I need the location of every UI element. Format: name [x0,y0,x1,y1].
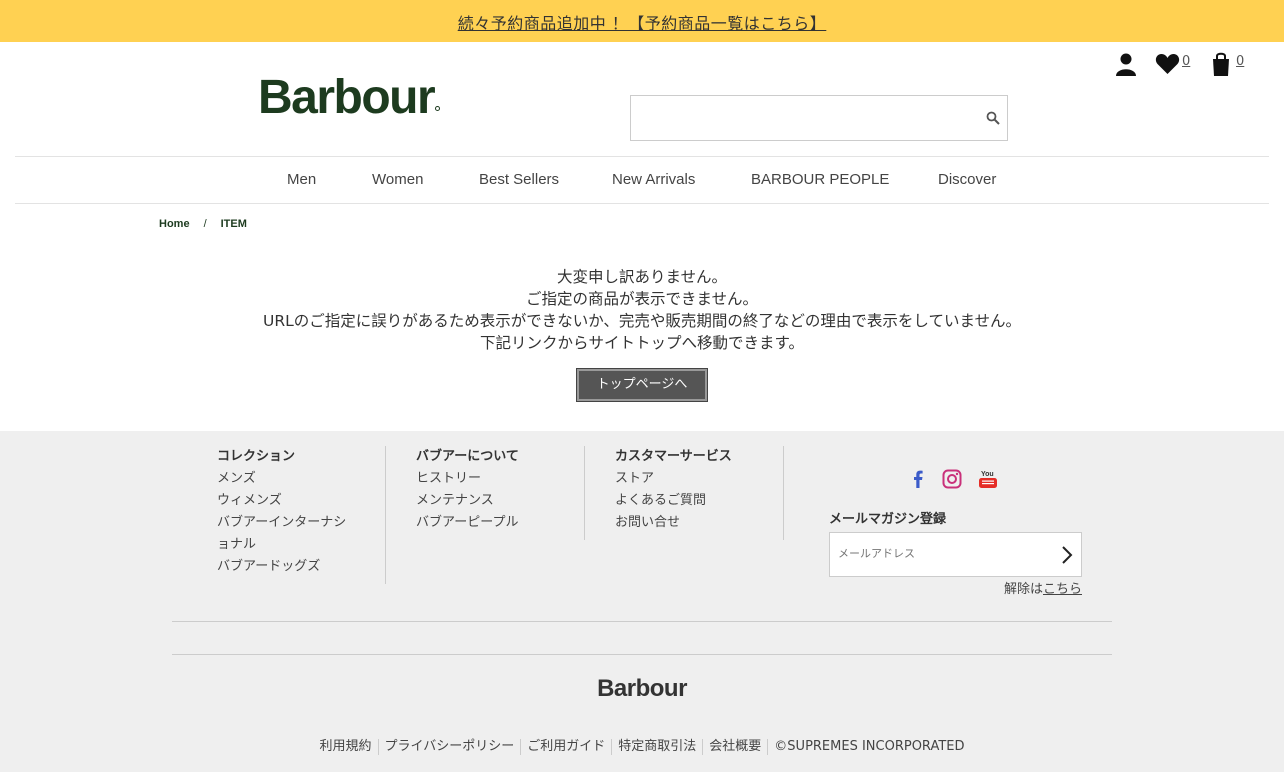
cart-bag-icon[interactable] [1212,51,1230,76]
message-line: ご指定の商品が表示できません。 [525,290,759,308]
footer-link-dogs[interactable]: バブアードッグズ [217,556,385,578]
breadcrumb: Home / ITEM [159,218,247,230]
footer-link-international[interactable]: バブアーインターナショナル [217,512,357,556]
site-footer: コレクション メンズ ウィメンズ バブアーインターナショナル バブアードッグズ … [0,431,1284,772]
footer-link-mens[interactable]: メンズ [217,468,385,490]
breadcrumb-separator: / [203,218,207,230]
footer-col-collection: コレクション メンズ ウィメンズ バブアーインターナショナル バブアードッグズ [217,446,386,584]
cart-count[interactable]: 0 [1236,54,1244,69]
legal-link-privacy[interactable]: プライバシーポリシー [377,739,521,755]
footer-link-womens[interactable]: ウィメンズ [217,490,385,512]
search-box[interactable] [630,95,1008,141]
wishlist-count[interactable]: 0 [1182,54,1190,69]
search-input[interactable] [639,108,969,128]
legal-link-guide[interactable]: ご利用ガイド [520,739,611,755]
copyright: ©SUPREMES INCORPORATED [767,739,970,755]
legal-link-terms[interactable]: 利用規約 [313,739,377,755]
youtube-icon[interactable]: You [977,468,999,490]
footer-link-history[interactable]: ヒストリー [416,468,584,490]
youtube-icon-label: You [981,471,994,478]
top-page-button[interactable]: トップページへ [576,368,708,402]
footer-col-title: コレクション [217,449,296,464]
newsletter-form [829,532,1082,577]
footer-col-title: バブアーについて [416,449,519,464]
nav-item-men[interactable]: Men [287,171,316,188]
footer-link-maintenance[interactable]: メンテナンス [416,490,584,512]
preorder-banner-link[interactable]: 続々予約商品追加中 ！【予約商品一覧はこちら】 [458,10,827,34]
logo-text: Barbour [258,71,436,124]
legal-links: 利用規約 プライバシーポリシー ご利用ガイド 特定商取引法 会社概要 ©SUPREMES … [0,739,1284,755]
nav-item-barbour-people[interactable]: BARBOUR PEOPLE [751,171,889,188]
nav-item-discover[interactable]: Discover [938,171,996,188]
announcement-banner: 続々予約商品追加中 ！【予約商品一覧はこちら】 [0,0,1284,42]
footer-col-about: バブアーについて ヒストリー メンテナンス バブアーピープル [416,446,585,540]
footer-col-customer-service: カスタマーサービス ストア よくあるご質問 お問い合せ [615,446,784,540]
main-nav: Men Women Best Sellers New Arrivals BARB… [15,156,1269,204]
message-line: URLのご指定に誤りがあるため表示ができないか、完売や販売期間の終了などの理由で… [262,312,1021,330]
breadcrumb-current: ITEM [220,218,247,230]
footer-logo[interactable]: Barbour [0,675,1284,703]
registered-mark [435,106,441,111]
nav-item-new-arrivals[interactable]: New Arrivals [612,171,695,188]
legal-link-company[interactable]: 会社概要 [702,739,767,755]
account-icon[interactable] [1114,52,1138,76]
message-line: 下記リンクからサイトトップへ移動できます。 [480,334,804,352]
footer-col-title: カスタマーサービス [615,449,732,464]
footer-link-store[interactable]: ストア [615,468,783,490]
message-line: 大変申し訳ありません。 [556,268,728,286]
newsletter-email-input[interactable] [838,547,1048,560]
legal-link-commerce-law[interactable]: 特定商取引法 [611,739,702,755]
nav-item-best-sellers[interactable]: Best Sellers [479,171,559,188]
barbour-logo[interactable]: Barbour [258,71,441,124]
unsubscribe-prefix: 解除は [1003,582,1043,597]
site-header: Barbour 0 0 [0,42,1284,156]
wishlist-heart-icon[interactable] [1155,53,1180,75]
nav-item-women[interactable]: Women [372,171,423,188]
breadcrumb-home[interactable]: Home [159,218,190,230]
unsubscribe-link[interactable]: こちら [1043,582,1082,597]
footer-divider [172,621,1112,622]
footer-link-faq[interactable]: よくあるご質問 [615,490,783,512]
not-found-message: 大変申し訳ありません。 ご指定の商品が表示できません。 URLのご指定に誤りがあ… [0,266,1284,354]
unsubscribe-text: 解除はこちら [1004,578,1082,597]
newsletter-submit-arrow-icon[interactable] [1061,545,1073,565]
facebook-icon[interactable] [907,468,929,490]
footer-divider [172,654,1112,655]
footer-link-contact[interactable]: お問い合せ [615,512,783,534]
newsletter-title: メールマガジン登録 [829,512,947,527]
instagram-icon[interactable] [941,468,963,490]
search-icon[interactable] [986,111,1000,125]
footer-link-people[interactable]: バブアーピープル [416,512,584,534]
